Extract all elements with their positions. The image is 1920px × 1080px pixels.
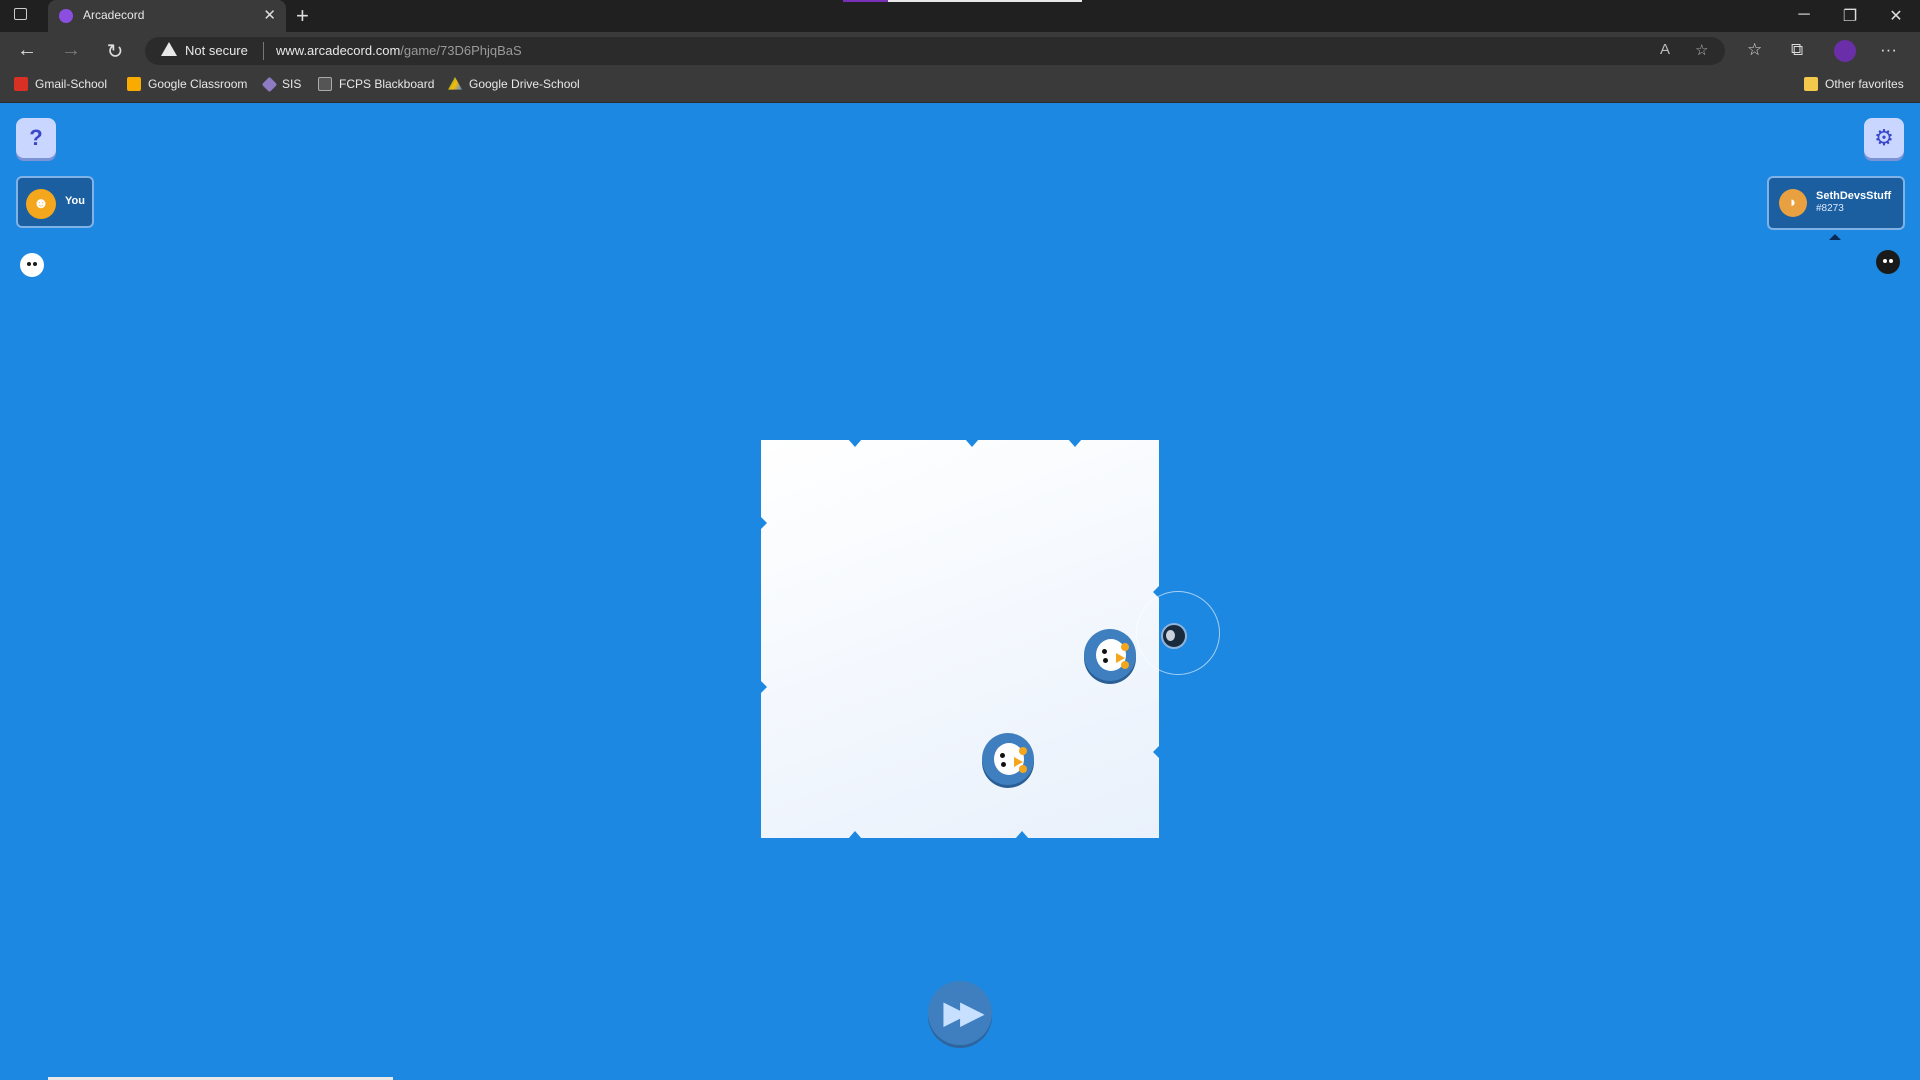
penguin-eye: [1001, 762, 1006, 767]
browser-tab[interactable]: Arcadecord ✕: [48, 0, 286, 32]
bookmark-label: Google Drive-School: [469, 77, 580, 91]
tab-title: Arcadecord: [83, 8, 145, 22]
ice-crack: [848, 831, 862, 839]
penguin-eye: [1103, 658, 1108, 663]
ice-crack: [1153, 745, 1160, 759]
tab-close-icon[interactable]: ✕: [263, 6, 276, 24]
collections-icon[interactable]: ⧉: [1791, 40, 1803, 60]
bookmark-google-classroom[interactable]: Google Classroom: [127, 77, 247, 91]
ice-crack: [1015, 831, 1029, 839]
security-label[interactable]: Not secure: [185, 43, 248, 58]
player-penguin-puck[interactable]: [1084, 629, 1136, 681]
opponent-tag: #8273: [1816, 203, 1844, 214]
penguin-face: [1096, 639, 1129, 671]
penguin-face: [994, 743, 1027, 775]
gear-icon: ⚙: [1874, 125, 1894, 150]
penguin-foot: [1019, 747, 1027, 755]
folder-icon: [1804, 77, 1818, 91]
url-path: /game/73D6PhjqBaS: [400, 43, 522, 58]
bookmarks-bar: Gmail-School Google Classroom SIS FCPS B…: [0, 70, 1920, 103]
ice-crack: [965, 439, 979, 447]
minimize-button[interactable]: ─: [1784, 6, 1824, 24]
tab-actions-icon[interactable]: [14, 8, 27, 20]
settings-button[interactable]: ⚙: [1864, 118, 1904, 158]
discord-icon: ☻: [26, 189, 56, 219]
arcadecord-favicon-icon: [59, 9, 73, 23]
turn-indicator-icon: [1829, 234, 1841, 240]
penguin-foot: [1019, 765, 1027, 773]
penguin-foot: [1121, 643, 1129, 651]
bookmark-sis[interactable]: SIS: [261, 76, 302, 92]
player-penguin-puck[interactable]: [982, 733, 1034, 785]
forward-button[interactable]: →: [56, 39, 86, 62]
gmail-icon: [14, 77, 28, 91]
sis-icon: [261, 76, 278, 92]
browser-tab-bar: Arcadecord ✕ + ─ ❐ ✕: [0, 0, 1920, 32]
address-separator: [263, 42, 264, 60]
reload-button[interactable]: ↻: [100, 39, 130, 64]
penguin-foot: [1121, 661, 1129, 669]
url-host: www.arcadecord.com: [276, 43, 401, 58]
ice-crack: [760, 516, 767, 530]
opponent-name: SethDevsStuff: [1816, 190, 1892, 202]
more-icon[interactable]: ···: [1880, 40, 1897, 60]
bookmark-label: SIS: [282, 77, 302, 91]
opponent-player-card: ◗ SethDevsStuff #8273: [1767, 176, 1905, 230]
fast-forward-icon: ▶▶: [943, 994, 984, 1030]
fast-forward-button[interactable]: ▶▶: [928, 981, 992, 1045]
opponent-penguin-icon: [1876, 250, 1900, 274]
classroom-icon: [127, 77, 141, 91]
bookmark-label: FCPS Blackboard: [339, 77, 435, 91]
loading-indicator-track: [888, 0, 1082, 2]
browser-toolbar: ← → ↻ Not secure www.arcadecord.com/game…: [0, 32, 1920, 70]
ice-crack: [760, 680, 767, 694]
new-tab-button[interactable]: +: [296, 3, 309, 29]
blackboard-icon: [318, 77, 332, 91]
ice-crack: [1068, 439, 1082, 447]
url-text[interactable]: www.arcadecord.com/game/73D6PhjqBaS: [276, 43, 522, 58]
bookmark-google-drive-school[interactable]: Google Drive-School: [448, 77, 580, 91]
penguin-eye: [1102, 649, 1107, 654]
loading-indicator: [843, 0, 888, 2]
bookmark-label: Google Classroom: [148, 77, 248, 91]
profile-avatar[interactable]: [1834, 40, 1856, 62]
opponent-penguin-puck: [1161, 623, 1187, 649]
google-drive-icon: [448, 77, 462, 90]
you-penguin-icon: [20, 253, 44, 277]
ice-floe: [760, 439, 1160, 839]
you-label: You: [65, 195, 85, 207]
other-favorites-label: Other favorites: [1825, 77, 1904, 91]
back-button[interactable]: ←: [12, 39, 42, 62]
ice-crack: [848, 439, 862, 447]
favorites-icon[interactable]: ☆: [1747, 40, 1762, 60]
penguin-eye: [1000, 753, 1005, 758]
add-favorite-icon[interactable]: ☆: [1695, 41, 1708, 59]
bookmark-fcps-blackboard[interactable]: FCPS Blackboard: [318, 77, 434, 91]
you-player-card: ☻ You: [16, 176, 94, 228]
taco-icon: ◗: [1779, 189, 1807, 217]
other-favorites[interactable]: Other favorites: [1804, 77, 1904, 91]
window-close-button[interactable]: ✕: [1876, 6, 1916, 26]
warning-icon: [161, 42, 177, 56]
bookmark-label: Gmail-School: [35, 77, 108, 91]
bookmark-gmail-school[interactable]: Gmail-School: [14, 77, 107, 91]
address-bar[interactable]: Not secure www.arcadecord.com/game/73D6P…: [145, 37, 1725, 65]
read-aloud-icon[interactable]: A: [1660, 41, 1670, 58]
restore-button[interactable]: ❐: [1830, 6, 1870, 26]
game-area: ? ⚙ ☻ You ◗ SethDevsStuff #8273 ▶▶: [0, 103, 1920, 1077]
help-button[interactable]: ?: [16, 118, 56, 158]
